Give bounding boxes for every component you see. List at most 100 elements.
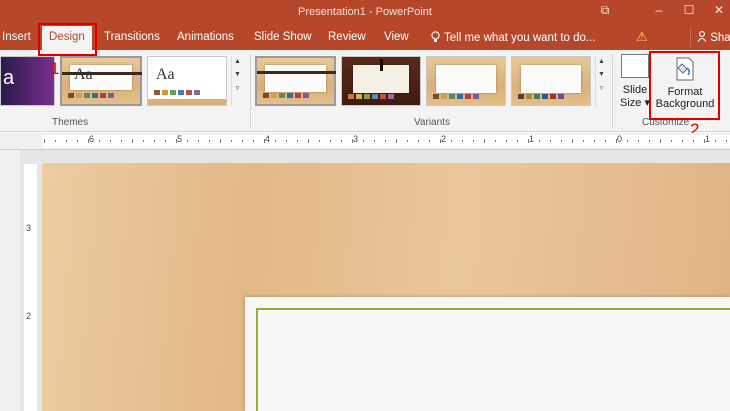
ruler-tick (385, 140, 386, 142)
ruler-tick (88, 139, 89, 143)
variant-1-bar (257, 71, 336, 74)
ruler-tick (484, 139, 485, 143)
ruler-h-label: 5 (177, 134, 183, 144)
ruler-tick (363, 140, 364, 142)
vertical-ruler (0, 150, 37, 411)
step-1-label: 1 (50, 59, 60, 78)
warning-icon[interactable]: ⚠ (636, 29, 648, 45)
slide-placeholder-border[interactable] (256, 308, 730, 411)
ruler-tick (473, 140, 474, 142)
variant-thumbnail-3[interactable] (426, 56, 506, 106)
ruler-tick (55, 140, 56, 142)
slide-size-label-2: Size ▾ (620, 97, 650, 109)
ruler-tick (418, 140, 419, 142)
share-button[interactable]: Sha (690, 27, 730, 47)
variants-scroll-up[interactable]: ▲ (596, 58, 607, 65)
ruler-tick (671, 140, 672, 142)
variant-thumbnail-2[interactable] (341, 56, 421, 106)
lightbulb-icon (431, 31, 440, 42)
variant-4-swatches (518, 94, 564, 99)
themes-group-label: Themes (52, 117, 89, 128)
restore-ribbon-icon[interactable]: ⧉ (596, 3, 614, 18)
ruler-tick (143, 140, 144, 142)
ruler-tick (352, 139, 353, 143)
slide-size-button[interactable]: Slide Size ▾ (617, 54, 653, 114)
variants-gallery-scroll: ▲ ▼ ▿ (595, 56, 607, 106)
tab-animations[interactable]: Animations (177, 31, 234, 43)
variants-more[interactable]: ▿ (596, 84, 607, 92)
ruler-tick (440, 139, 441, 143)
themes-more[interactable]: ▿ (232, 84, 243, 92)
variant-4-card (521, 65, 581, 93)
ruler-tick (44, 139, 45, 143)
ruler-tick (264, 139, 265, 143)
themes-scroll-up[interactable]: ▲ (232, 58, 243, 65)
tab-insert[interactable]: Insert (2, 31, 31, 43)
tab-transitions[interactable]: Transitions (104, 31, 160, 43)
tab-view[interactable]: View (384, 31, 409, 43)
ruler-tick (341, 140, 342, 142)
ruler-tick (407, 140, 408, 142)
highlight-design-tab (38, 23, 97, 56)
tab-slide-show[interactable]: Slide Show (254, 31, 312, 43)
variant-3-card (436, 65, 496, 93)
ruler-tick (429, 140, 430, 142)
ribbon-tabs: Insert Design Transitions Animations Sli… (0, 24, 730, 50)
ruler-tick (550, 140, 551, 142)
ruler-tick (132, 139, 133, 143)
design-ribbon: a Aa Aa ▲ ▼ ▿ Themes ▲ ▼ ▿ Variants Slid… (0, 50, 730, 132)
tell-me-text: Tell me what you want to do... (444, 32, 596, 44)
ruler-tick (319, 140, 320, 142)
themes-scroll-down[interactable]: ▼ (232, 71, 243, 78)
person-icon (697, 31, 707, 42)
ruler-tick (187, 140, 188, 142)
slide-size-label-1: Slide (622, 84, 648, 96)
theme-1-glyph: a (3, 67, 15, 89)
minimize-icon[interactable]: – (650, 3, 668, 17)
variant-thumbnail-4[interactable] (511, 56, 591, 106)
ruler-tick (220, 139, 221, 143)
ruler-tick (693, 140, 694, 142)
theme-wood-swatches (68, 93, 114, 98)
ruler-tick (561, 140, 562, 142)
ruler-h-label: 4 (265, 134, 271, 144)
ruler-tick (649, 140, 650, 142)
ruler-tick (297, 140, 298, 142)
tell-me-box[interactable]: Tell me what you want to do... (430, 31, 596, 44)
variant-1-swatches (263, 93, 309, 98)
variants-scroll-down[interactable]: ▼ (596, 71, 607, 78)
ruler-tick (374, 140, 375, 142)
theme-thumbnail-white[interactable]: Aa (147, 56, 227, 106)
ruler-tick (242, 140, 243, 142)
theme-thumbnail-1[interactable]: a (0, 56, 55, 106)
theme-thumbnail-wood[interactable]: Aa (60, 56, 142, 106)
ruler-tick (583, 140, 584, 142)
tab-review[interactable]: Review (328, 31, 366, 43)
separator (250, 54, 251, 128)
ruler-tick (638, 140, 639, 142)
variant-2-bar (380, 59, 383, 71)
ruler-tick (682, 140, 683, 142)
ruler-h-label: 0 (617, 134, 623, 144)
ruler-tick (396, 139, 397, 143)
ruler-tick (121, 140, 122, 142)
variants-group-label: Variants (414, 117, 450, 128)
title-bar: Presentation1 - PowerPoint ⧉ – ☐ ✕ (0, 0, 730, 24)
theme-wood-aa: Aa (74, 66, 93, 83)
ruler-tick (66, 140, 67, 142)
maximize-icon[interactable]: ☐ (680, 3, 698, 17)
separator (612, 54, 613, 128)
close-icon[interactable]: ✕ (710, 3, 728, 17)
ruler-tick (539, 140, 540, 142)
ruler-tick (154, 140, 155, 142)
ruler-tick (253, 140, 254, 142)
ruler-tick (495, 140, 496, 142)
variant-thumbnail-1[interactable] (255, 56, 336, 106)
ruler-tick (572, 139, 573, 143)
ruler-tick (704, 139, 705, 143)
ruler-h-label: 1 (705, 134, 711, 144)
ruler-tick (308, 139, 309, 143)
ruler-v-label: 3 (26, 223, 32, 233)
ruler-tick (99, 140, 100, 142)
theme-white-swatches (154, 90, 200, 95)
